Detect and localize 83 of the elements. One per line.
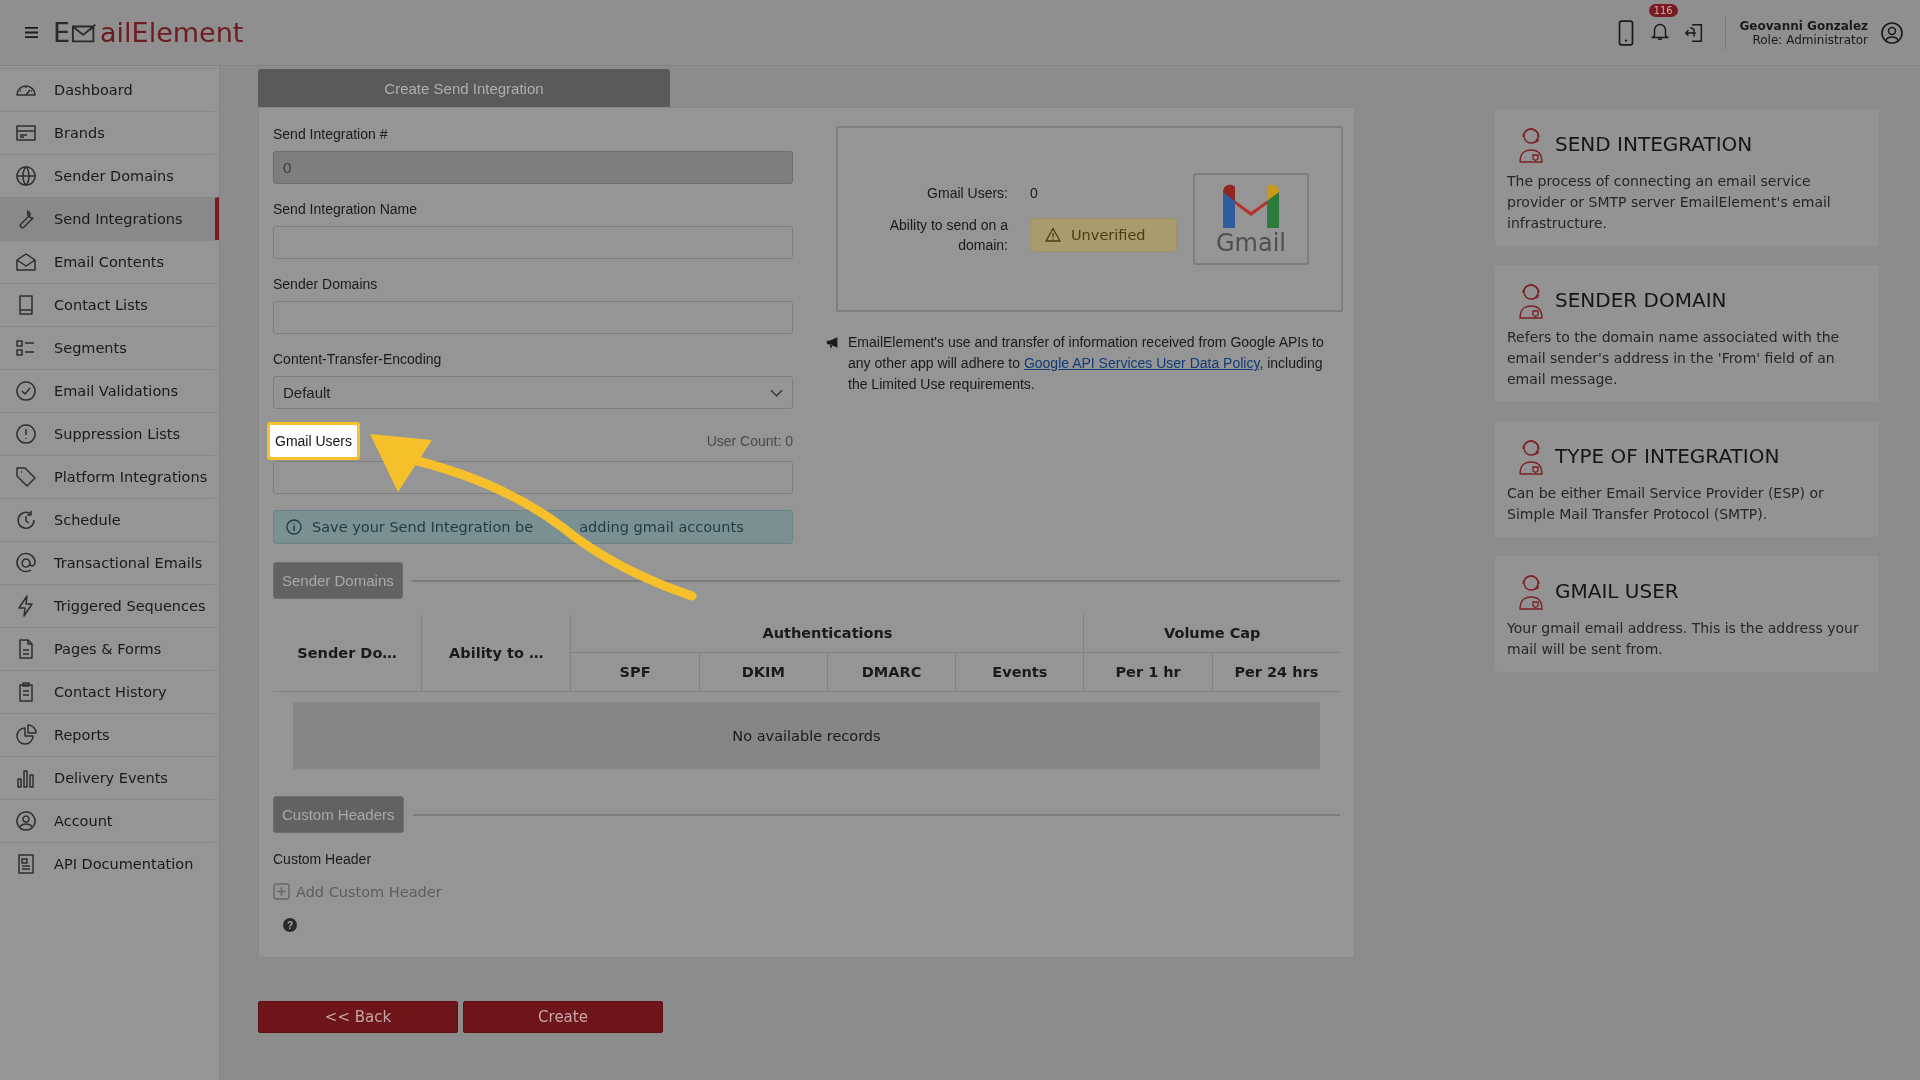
user-name: Geovanni Gonzalez (1739, 18, 1868, 33)
select-field[interactable]: Default (273, 376, 793, 409)
column-header: DKIM (699, 652, 828, 692)
envelope-icon (14, 250, 38, 274)
column-group-header: Authentications (570, 614, 1084, 653)
sidebar-item[interactable]: Email Validations (0, 369, 219, 412)
card-text: Your gmail email address. This is the address your mail will be sent from. (1507, 619, 1860, 659)
sidebar-item[interactable]: Contact History (0, 670, 219, 713)
column-header: DMARC (827, 652, 956, 692)
support-agent-icon (1517, 572, 1545, 610)
help-icon[interactable]: ? (283, 918, 297, 932)
sidebar-item[interactable]: Schedule (0, 498, 219, 541)
sidebar-item[interactable]: Reports (0, 713, 219, 756)
card-title: GMAIL USER (1555, 579, 1679, 603)
create-button[interactable]: Create (463, 1000, 663, 1033)
user-role: Role: Administrator (1752, 32, 1868, 47)
card-text: Can be either Email Service Provider (ESP) or Simple Mail Transfer Protocol (SMTP). (1507, 484, 1825, 524)
column-header: Sender Do… (273, 614, 422, 692)
chevron-down-icon (770, 388, 783, 397)
input-field[interactable] (273, 461, 793, 494)
sidebar-item[interactable]: Transactional Emails (0, 541, 219, 584)
section-header: Sender Domains (273, 562, 403, 599)
column-header: Ability to … (421, 614, 571, 692)
support-agent-icon (1517, 125, 1545, 163)
column-header: SPF (570, 652, 700, 692)
user-count: User Count: 0 (706, 433, 793, 449)
section-header: Custom Headers (273, 796, 404, 833)
sidebar-item[interactable]: Platform Integrations (0, 455, 219, 498)
pie-chart-icon (14, 723, 38, 747)
gmail-logo: Gmail (1193, 173, 1309, 265)
sidebar-item[interactable]: Suppression Lists (0, 412, 219, 455)
logo[interactable]: E ailElement (53, 17, 244, 48)
clock-arrow-icon (14, 508, 38, 532)
card-title: SEND INTEGRATION (1555, 132, 1753, 156)
field-label: Sender Domains (273, 276, 379, 292)
sidebar-item[interactable]: Account (0, 799, 219, 842)
ability-label: Ability to send on a domain: (888, 216, 1008, 255)
check-circle-icon (14, 379, 38, 403)
card-text: Refers to the domain name associated with the email sender's address in the 'From' field of an email message. (1507, 328, 1841, 389)
column-group-header: Volume Cap (1084, 614, 1340, 653)
sidebar-item[interactable]: Pages & Forms (0, 627, 219, 670)
column-header: Events (955, 652, 1084, 692)
field-label: Gmail Users (267, 422, 360, 460)
at-sign-icon (14, 551, 38, 575)
sidebar-item[interactable]: Dashboard (0, 68, 219, 111)
status-badge: Unverified (1030, 218, 1177, 252)
field-label: Send Integration Name (273, 201, 418, 217)
field-label: Custom Header (273, 851, 373, 867)
alert-text: Save your Send Integration be (312, 519, 534, 535)
tag-icon (14, 465, 38, 489)
megaphone-icon (826, 336, 840, 349)
sidebar-item[interactable]: Email Contents (0, 240, 219, 283)
sidebar-item[interactable]: Contact Lists (0, 283, 219, 326)
column-header: Per 1 hr (1084, 652, 1213, 692)
notification-count: 116 (1648, 3, 1678, 17)
sidebar-item[interactable]: Delivery Events (0, 756, 219, 799)
tab[interactable]: Create Send Integration (258, 69, 670, 107)
support-agent-icon (1517, 281, 1545, 319)
user-circle-icon (14, 809, 38, 833)
card-text: The process of connecting an email service provider or SMTP server EmailElement's email infrastructure. (1507, 172, 1832, 233)
alert-text: adding gmail accounts (579, 519, 744, 535)
field-label: Send Integration # (273, 126, 389, 142)
policy-notice: EmailElement's use and transfer of information received from Google APIs to any other app will adhere to Google API Services User Data Policy, including the Limited Use requirements. (848, 333, 1325, 394)
card-title: SENDER DOMAIN (1555, 288, 1727, 312)
column-header: Per 24 hrs (1212, 652, 1340, 692)
sidebar-item[interactable]: Brands (0, 111, 219, 154)
info-icon (286, 519, 302, 535)
sidebar-item[interactable]: Triggered Sequences (0, 584, 219, 627)
sidebar-item[interactable]: API Documentation (0, 842, 219, 885)
plus-square-icon (273, 883, 290, 900)
gmail-users-label: Gmail Users: (926, 184, 1008, 203)
globe-icon (14, 164, 38, 188)
alert-circle-icon (14, 422, 38, 446)
support-agent-icon (1517, 437, 1545, 475)
sidebar-item[interactable]: Send Integrations (0, 197, 219, 240)
field-label: Content-Transfer-Encoding (273, 351, 443, 367)
gmail-users-value: 0 (1030, 185, 1039, 201)
sidebar-item[interactable]: Segments (0, 326, 219, 369)
card-title: TYPE OF INTEGRATION (1555, 444, 1780, 468)
avatar-icon[interactable] (1880, 20, 1904, 45)
back-button[interactable]: << Back (258, 1000, 458, 1033)
menu-icon[interactable] (24, 26, 39, 39)
empty-message: No available records (293, 702, 1320, 769)
